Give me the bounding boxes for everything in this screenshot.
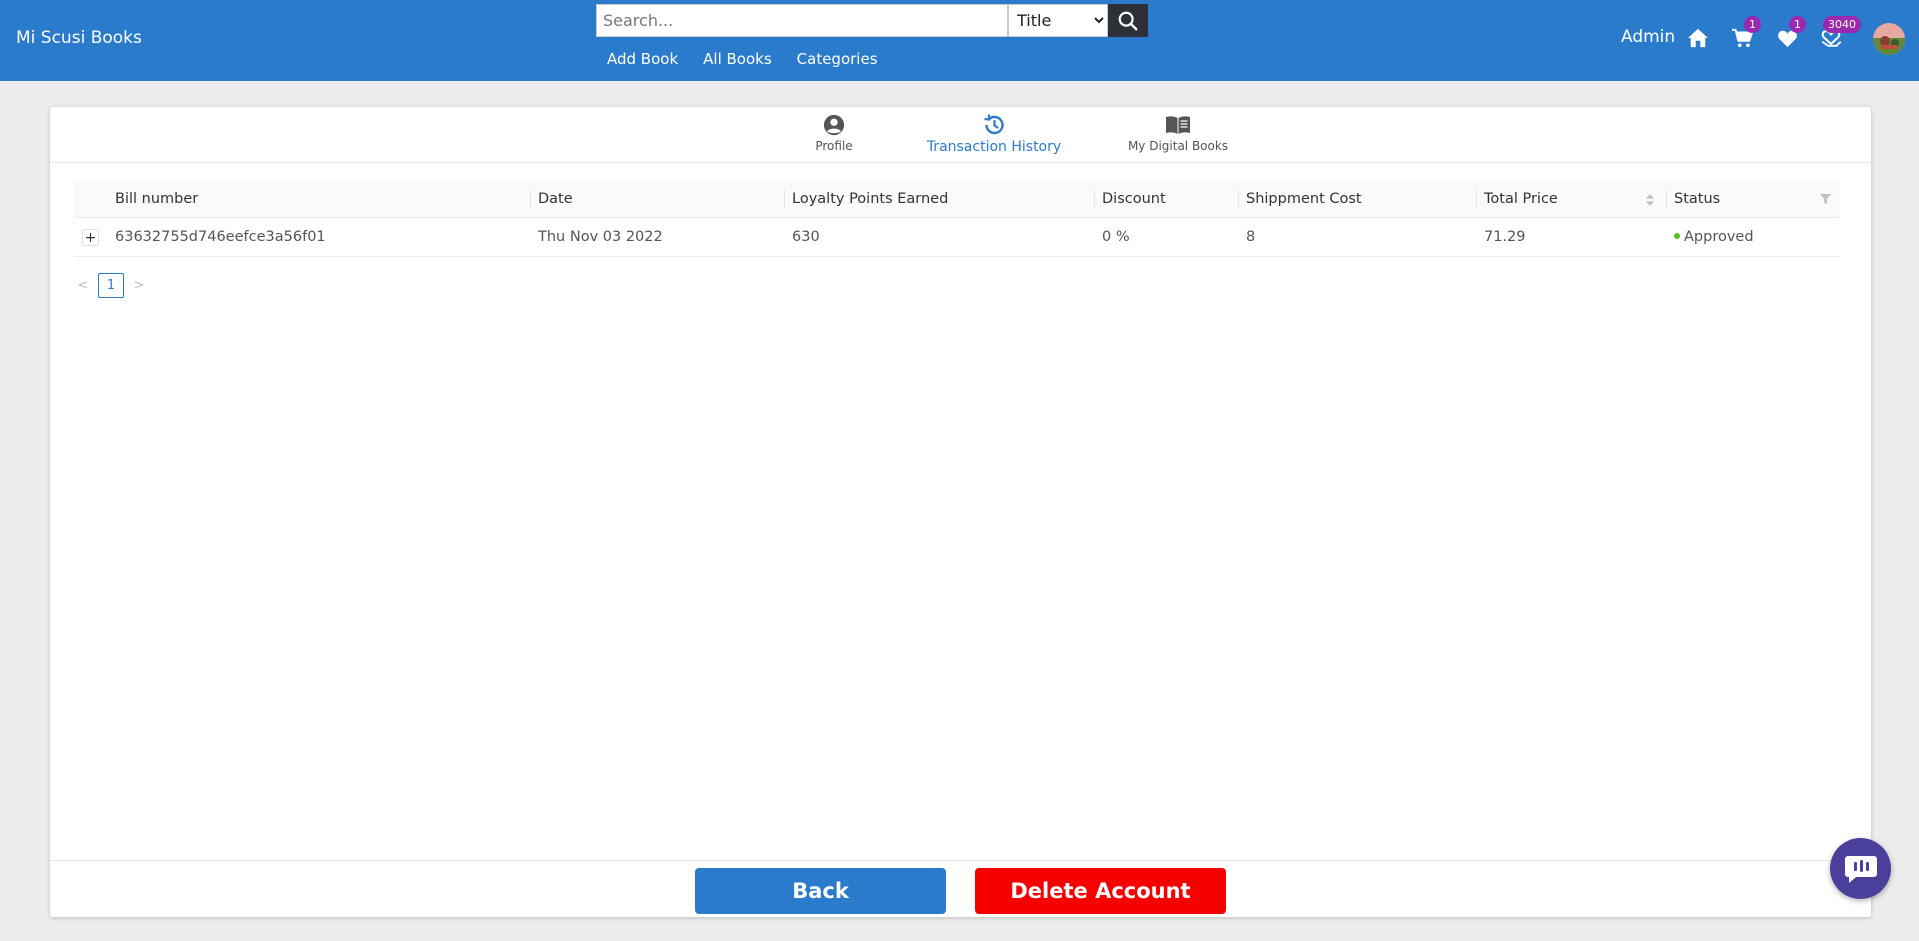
main-nav: Add Book All Books Categories bbox=[607, 50, 878, 68]
chat-icon bbox=[1844, 855, 1877, 883]
book-open-icon bbox=[1166, 116, 1190, 134]
loyalty-points-button[interactable]: 3040 bbox=[1818, 16, 1861, 51]
chat-widget-button[interactable] bbox=[1830, 838, 1891, 899]
col-total-price[interactable]: Total Price bbox=[1476, 181, 1666, 218]
card-footer: Back Delete Account bbox=[50, 860, 1871, 917]
nav-categories[interactable]: Categories bbox=[797, 50, 878, 68]
search-bar: Title bbox=[596, 4, 1148, 37]
user-role-label[interactable]: Admin bbox=[1621, 27, 1675, 47]
brand-logo-text[interactable]: Mi Scusi Books bbox=[16, 28, 142, 48]
nav-add-book[interactable]: Add Book bbox=[607, 50, 678, 68]
history-icon bbox=[984, 114, 1004, 135]
tab-transaction-history[interactable]: Transaction History bbox=[894, 113, 1094, 155]
col-discount: Discount bbox=[1094, 181, 1239, 218]
search-type-select[interactable]: Title bbox=[1008, 4, 1108, 37]
tab-profile[interactable]: Profile bbox=[774, 113, 894, 153]
cart-button[interactable]: 1 bbox=[1729, 16, 1761, 51]
sort-icon[interactable] bbox=[1646, 194, 1654, 206]
col-loyalty-points: Loyalty Points Earned bbox=[784, 181, 1094, 218]
table-row[interactable]: + 63632755d746eefce3a56f01 Thu Nov 03 20… bbox=[74, 218, 1839, 257]
col-status[interactable]: Status bbox=[1666, 181, 1839, 218]
pagination-prev[interactable]: < bbox=[74, 278, 92, 293]
search-input[interactable] bbox=[596, 4, 1008, 37]
row-expand-button[interactable]: + bbox=[82, 229, 99, 246]
points-count-badge: 3040 bbox=[1823, 16, 1861, 33]
status-text: Approved bbox=[1684, 229, 1754, 245]
status-dot-icon bbox=[1674, 233, 1680, 239]
search-icon bbox=[1118, 11, 1138, 30]
tab-my-digital-books[interactable]: My Digital Books bbox=[1094, 113, 1262, 153]
table-header: Bill number Date Loyalty Points Earned D… bbox=[74, 181, 1839, 218]
cell-discount: 0 % bbox=[1102, 229, 1130, 245]
cell-shipment-cost: 8 bbox=[1246, 229, 1256, 245]
avatar[interactable] bbox=[1873, 23, 1905, 55]
pagination: < 1 > bbox=[74, 273, 148, 298]
cell-date: Thu Nov 03 2022 bbox=[538, 229, 663, 245]
wishlist-button[interactable]: 1 bbox=[1774, 16, 1806, 51]
tab-my-digital-books-label: My Digital Books bbox=[1127, 139, 1229, 153]
pagination-page-1[interactable]: 1 bbox=[98, 273, 124, 298]
col-date: Date bbox=[530, 181, 785, 218]
top-navbar: Mi Scusi Books Title Add Book All Books … bbox=[0, 0, 1919, 81]
search-button[interactable] bbox=[1108, 4, 1148, 37]
user-circle-icon bbox=[823, 114, 845, 136]
delete-account-button[interactable]: Delete Account bbox=[975, 868, 1226, 914]
nav-all-books[interactable]: All Books bbox=[703, 50, 772, 68]
col-total-price-label: Total Price bbox=[1484, 191, 1558, 207]
profile-card: Profile Transaction History My Digital B… bbox=[50, 107, 1871, 917]
tab-transaction-history-label: Transaction History bbox=[926, 139, 1062, 155]
cart-count-badge: 1 bbox=[1744, 16, 1761, 33]
cell-total-price: 71.29 bbox=[1484, 229, 1526, 245]
pagination-next[interactable]: > bbox=[130, 278, 148, 293]
cell-status: Approved bbox=[1666, 218, 1754, 257]
filter-icon[interactable] bbox=[1820, 194, 1831, 205]
tab-profile-label: Profile bbox=[815, 139, 853, 153]
col-status-label: Status bbox=[1674, 191, 1721, 207]
transactions-table: Bill number Date Loyalty Points Earned D… bbox=[74, 181, 1839, 257]
home-button[interactable] bbox=[1685, 25, 1711, 51]
col-shipment-cost: Shippment Cost bbox=[1238, 181, 1476, 218]
cell-bill-number: 63632755d746eefce3a56f01 bbox=[115, 229, 326, 245]
cell-loyalty-points: 630 bbox=[792, 229, 820, 245]
back-button[interactable]: Back bbox=[695, 868, 946, 914]
col-bill-number: Bill number bbox=[115, 191, 199, 207]
home-icon bbox=[1688, 28, 1708, 48]
profile-tabs: Profile Transaction History My Digital B… bbox=[50, 107, 1871, 163]
avatar-image-icon bbox=[1873, 23, 1905, 55]
wishlist-count-badge: 1 bbox=[1789, 16, 1806, 33]
